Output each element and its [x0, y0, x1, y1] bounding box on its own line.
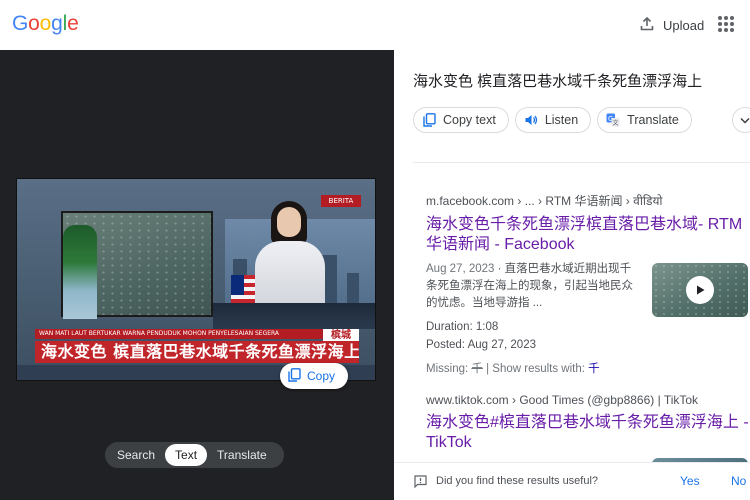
- listen-button[interactable]: Listen: [514, 107, 592, 133]
- apps-grid-icon[interactable]: [718, 16, 734, 32]
- result-body: Aug 27, 2023 · 直落巴巷水域近期出现千条死鱼漂浮在海上的现象，引起…: [426, 261, 750, 376]
- chevron-down-icon[interactable]: [732, 107, 750, 133]
- duration-value: 1:08: [475, 321, 499, 333]
- result-meta: Duration: 1:08 Posted: Aug 27, 2023: [426, 318, 750, 354]
- copy-text-label: Copy text: [443, 113, 496, 127]
- missing-mid: | Show results with:: [486, 363, 585, 375]
- missing-term: 千: [471, 363, 483, 375]
- image-headline: 海水变色 槟直落巴巷水域千条死鱼漂浮海上: [35, 341, 359, 363]
- show-results-with-link[interactable]: 千: [588, 363, 600, 375]
- svg-text:文: 文: [613, 119, 619, 127]
- posted-label: Posted:: [426, 339, 465, 351]
- mode-tab-text[interactable]: Text: [165, 444, 208, 466]
- mode-tab-translate[interactable]: Translate: [207, 444, 277, 466]
- result-cite[interactable]: m.facebook.com › ... › RTM 华语新闻 › वीडियो: [426, 192, 750, 209]
- result-date: Aug 27, 2023: [426, 263, 495, 275]
- speaker-icon: [524, 113, 538, 127]
- search-result: www.tiktok.com › Good Times (@gbp8866) |…: [426, 393, 750, 453]
- feedback-yes-button[interactable]: Yes: [680, 474, 700, 488]
- upload-label: Upload: [663, 17, 705, 33]
- feedback-icon: [414, 475, 427, 493]
- result-title-link[interactable]: 海水变色千条死鱼漂浮槟直落巴巷水域- RTM 华语新闻 - Facebook: [426, 215, 750, 255]
- logo-letter: G: [12, 12, 29, 35]
- result-snippet: Aug 27, 2023 · 直落巴巷水域近期出现千条死鱼漂浮在海上的现象，引起…: [426, 263, 633, 309]
- translate-button[interactable]: G文 Translate: [597, 107, 692, 133]
- top-bar: Google Upload: [0, 0, 750, 50]
- duration-label: Duration:: [426, 321, 473, 333]
- video-thumbnail[interactable]: [652, 263, 748, 317]
- listen-label: Listen: [544, 113, 579, 127]
- feedback-no-button[interactable]: No: [731, 474, 746, 488]
- search-result: m.facebook.com › ... › RTM 华语新闻 › वीडियो…: [426, 192, 750, 376]
- translate-icon: G文: [606, 113, 620, 127]
- upload-icon: [639, 16, 655, 35]
- mode-tab-search[interactable]: Search: [107, 444, 165, 466]
- upload-button[interactable]: Upload: [639, 14, 704, 36]
- image-preview-pane: BERITA WAN MATI LAUT BERTUKAR WARNA PEND…: [0, 50, 394, 500]
- translate-label: Translate: [627, 113, 679, 127]
- missing-prefix: Missing:: [426, 363, 469, 375]
- feedback-question: Did you find these results useful?: [436, 475, 599, 487]
- news-desk: [213, 303, 375, 329]
- copy-icon: [288, 367, 301, 385]
- lens-mode-switcher: Search Text Translate: [105, 442, 284, 468]
- play-icon: [686, 276, 714, 304]
- logo-letter: o: [39, 12, 52, 35]
- results-panel: 海水变色 槟直落巴巷水域千条死鱼漂浮海上 Copy text Listen G文…: [394, 50, 750, 500]
- logo-letter: o: [28, 12, 40, 35]
- text-actions: Copy text Listen G文 Translate: [413, 107, 692, 133]
- posted-value: Aug 27, 2023: [467, 339, 536, 351]
- news-video-inset: [61, 211, 213, 319]
- copy-text-button[interactable]: Copy text: [413, 107, 509, 133]
- missing-terms: Missing: 千 | Show results with: 千: [426, 360, 750, 376]
- feedback-bar: Did you find these results useful? Yes N…: [394, 462, 750, 500]
- copy-label: Copy: [307, 369, 336, 383]
- uploaded-image[interactable]: BERITA WAN MATI LAUT BERTUKAR WARNA PEND…: [16, 178, 376, 381]
- result-title-link[interactable]: 海水变色#槟直落巴巷水域千条死鱼漂浮海上 - TikTok: [426, 413, 750, 453]
- channel-badge: BERITA: [321, 195, 361, 207]
- extracted-text[interactable]: 海水变色 槟直落巴巷水域千条死鱼漂浮海上: [413, 70, 743, 91]
- logo-letter: e: [67, 12, 79, 35]
- copy-button[interactable]: Copy: [280, 363, 348, 389]
- result-cite[interactable]: www.tiktok.com › Good Times (@gbp8866) |…: [426, 393, 750, 407]
- logo-letter: g: [51, 12, 63, 35]
- ticker-top: WAN MATI LAUT BERTUKAR WARNA PENDUDUK MO…: [35, 329, 359, 339]
- google-logo[interactable]: Google: [12, 12, 79, 36]
- copy-icon: [422, 113, 436, 127]
- divider: [413, 162, 750, 163]
